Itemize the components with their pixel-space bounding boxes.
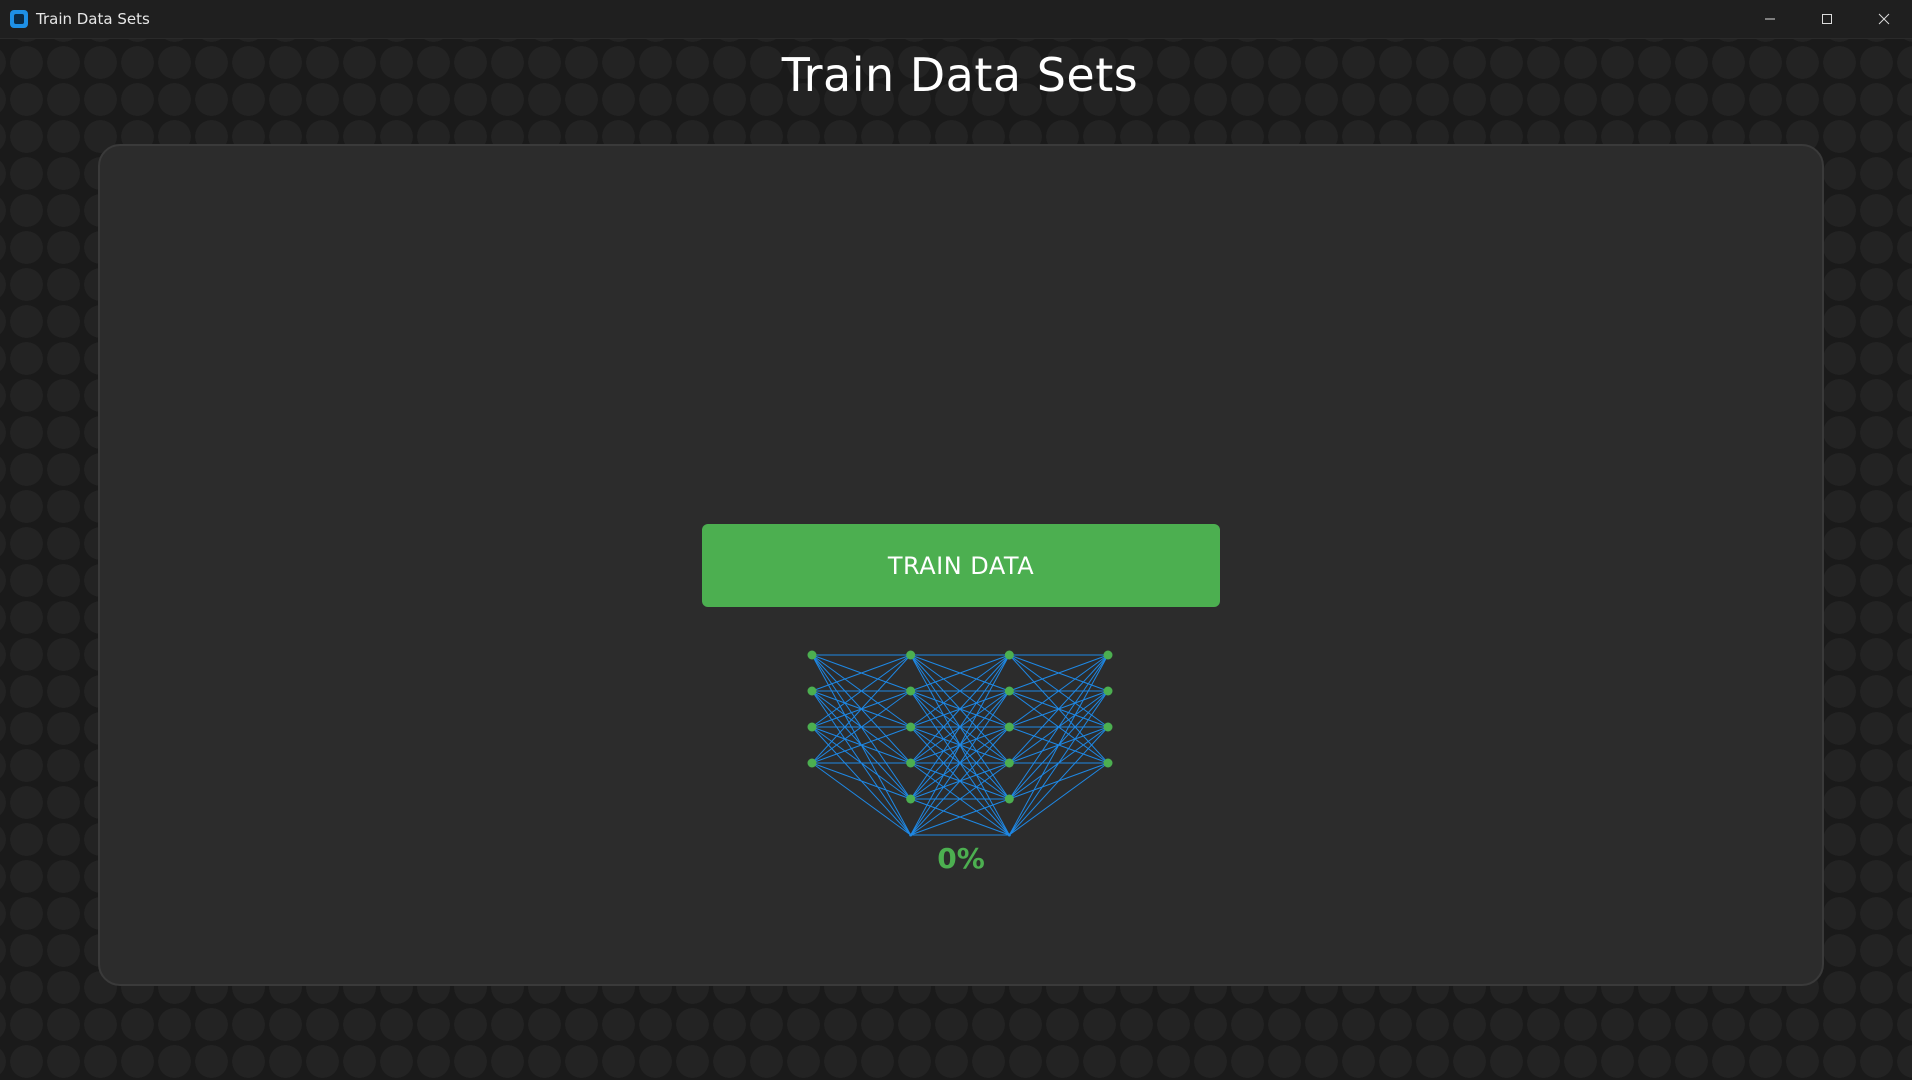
network-node — [807, 722, 817, 732]
network-node — [906, 686, 916, 696]
network-edge — [811, 762, 911, 836]
network-edge — [1009, 762, 1109, 836]
network-node — [807, 650, 817, 660]
progress-percentage: 0% — [937, 842, 985, 875]
network-node — [1004, 650, 1014, 660]
app-window: Train Data Sets Train Data Sets TRAIN DA… — [0, 0, 1912, 1080]
network-node — [906, 758, 916, 768]
network-node — [906, 794, 916, 804]
network-node — [807, 686, 817, 696]
network-node — [1004, 794, 1014, 804]
network-edge — [1008, 654, 1109, 836]
title-bar[interactable]: Train Data Sets — [0, 0, 1912, 39]
window-title: Train Data Sets — [36, 10, 150, 28]
train-data-button[interactable]: TRAIN DATA — [702, 524, 1220, 607]
minimize-button[interactable] — [1741, 0, 1798, 38]
maximize-button[interactable] — [1798, 0, 1855, 38]
network-node — [1103, 686, 1113, 696]
network-node — [906, 722, 916, 732]
window-controls — [1741, 0, 1912, 38]
app-icon — [10, 10, 28, 28]
network-node — [1103, 650, 1113, 660]
page-title: Train Data Sets — [781, 48, 1139, 102]
network-node — [1103, 722, 1113, 732]
close-button[interactable] — [1855, 0, 1912, 38]
network-node — [1004, 686, 1014, 696]
network-edge — [1008, 726, 1109, 836]
network-node — [807, 758, 817, 768]
network-node — [1004, 758, 1014, 768]
network-node — [1103, 758, 1113, 768]
close-icon — [1878, 13, 1889, 25]
network-node — [906, 650, 916, 660]
minimize-icon — [1764, 18, 1775, 20]
network-edge — [811, 762, 911, 800]
network-node — [909, 833, 913, 837]
maximize-icon — [1821, 14, 1832, 24]
network-node — [1007, 833, 1011, 837]
neural-network-graphic — [807, 650, 1113, 837]
network-node — [1004, 722, 1014, 732]
